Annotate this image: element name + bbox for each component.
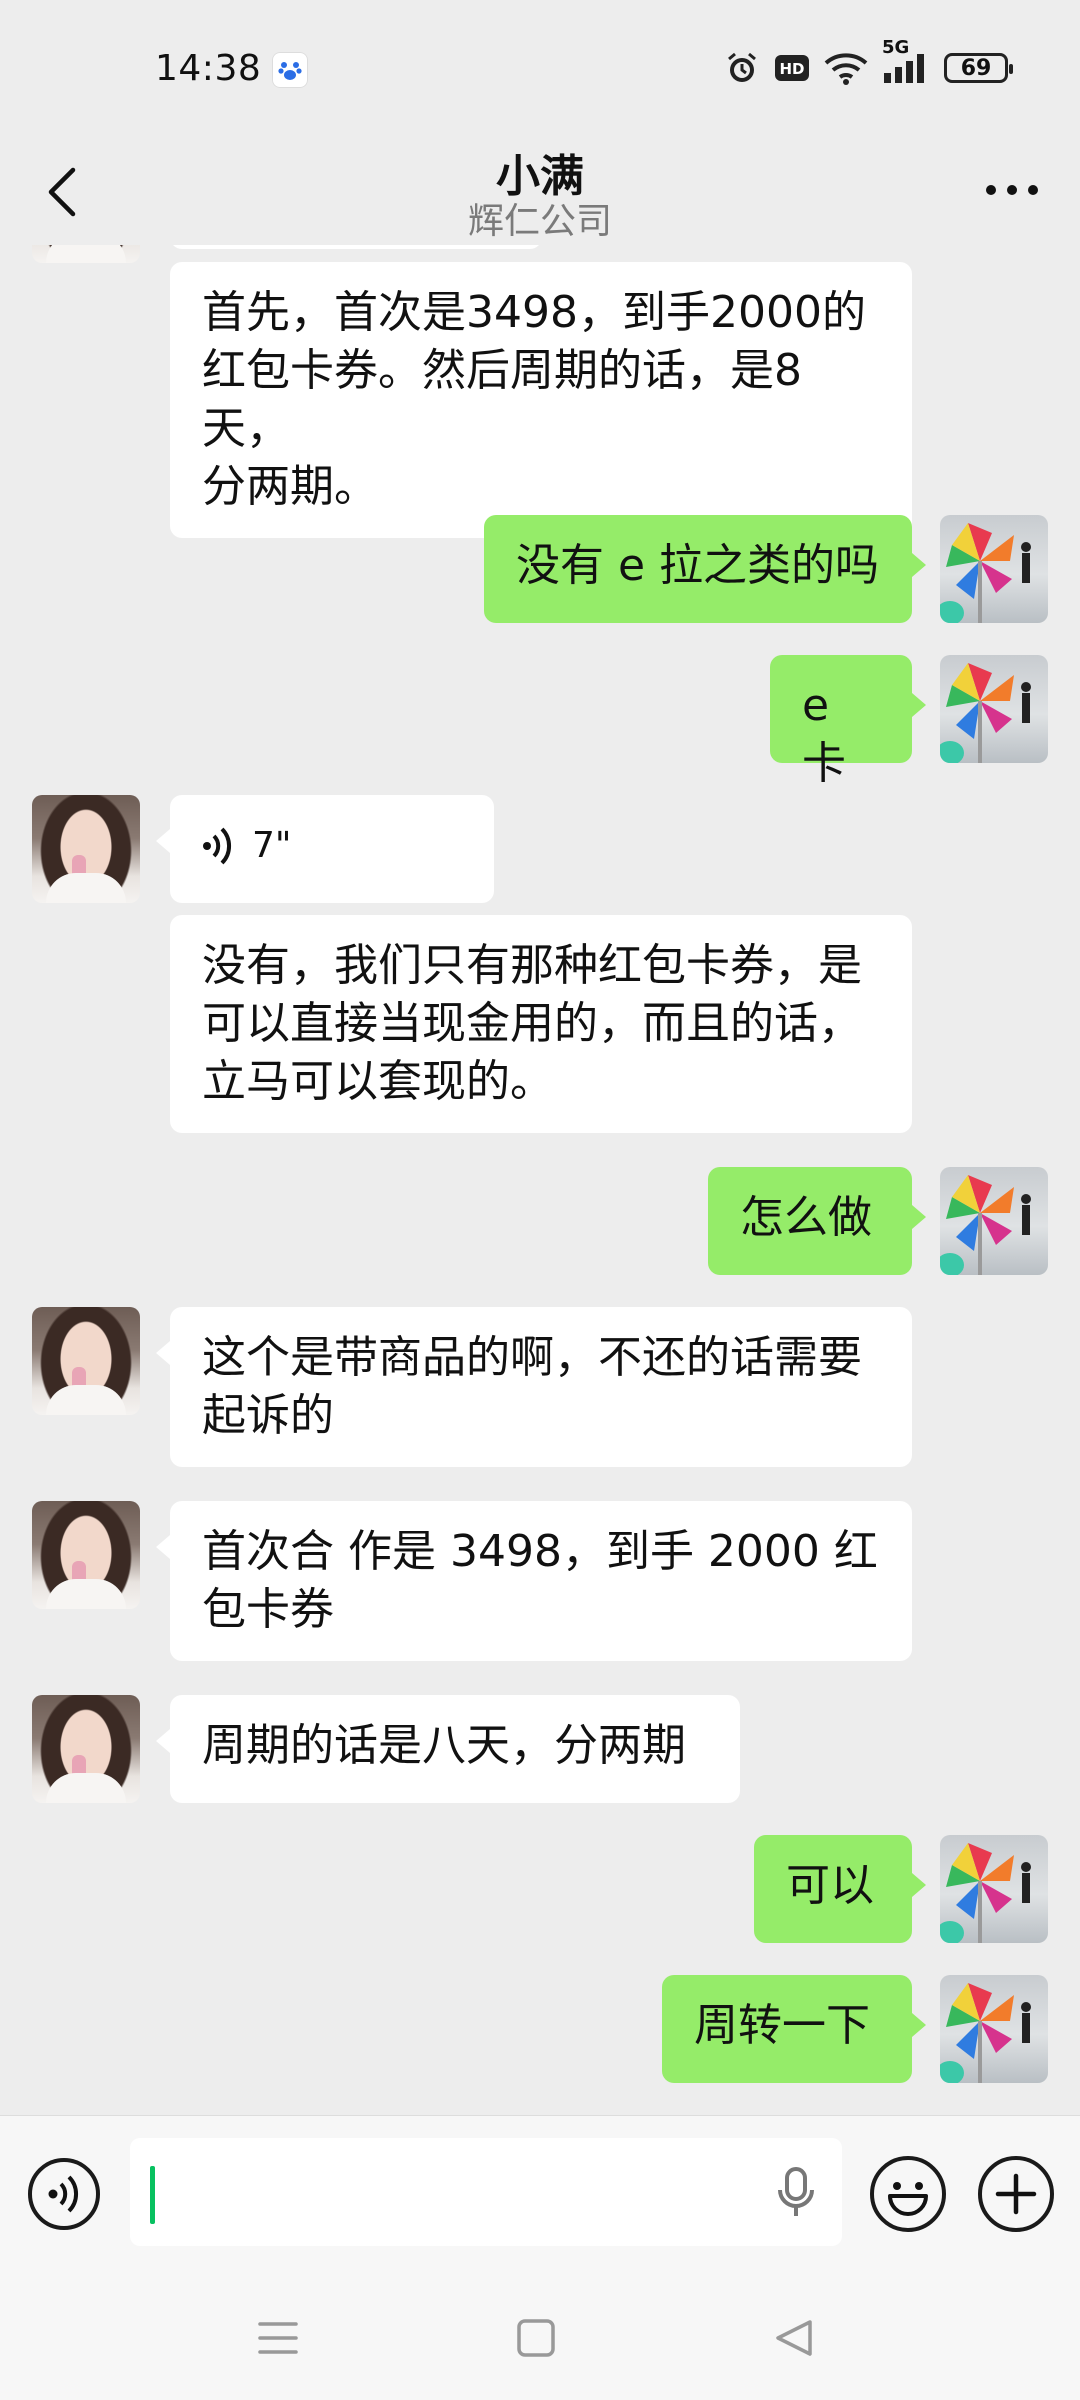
- message-text: 周期的话是八天，分两期: [202, 1720, 686, 1771]
- system-nav-bar: [0, 2275, 1080, 2400]
- my-avatar[interactable]: [940, 1835, 1048, 1943]
- pinwheel-icon: [940, 663, 1031, 763]
- pinwheel-icon: [940, 1175, 1031, 1275]
- chat-header: 小满 辉仁公司: [0, 140, 1080, 245]
- menu-icon: [258, 2322, 298, 2354]
- voice-message[interactable]: 7": [156, 795, 494, 903]
- message-text-line: 包卡券: [202, 1584, 334, 1635]
- message-input[interactable]: [130, 2138, 842, 2246]
- message-text-line: 这个是带商品的啊，不还的话需要: [202, 1332, 862, 1383]
- pinwheel-icon: [940, 1843, 1031, 1943]
- pinwheel-icon: [940, 523, 1031, 623]
- back-triangle-icon: [776, 2320, 812, 2356]
- message-text: e 卡: [802, 680, 846, 789]
- status-time: 14:38: [155, 48, 262, 89]
- svg-text:HD: HD: [779, 60, 804, 78]
- message-bubble[interactable]: 怎么做: [708, 1167, 926, 1275]
- message-bubble[interactable]: 首次合 作是 3498，到手 2000 红 包卡券: [156, 1501, 912, 1661]
- message-bubble[interactable]: 这个是带商品的啊，不还的话需要 起诉的: [156, 1307, 912, 1467]
- more-button[interactable]: [972, 160, 1052, 220]
- emoji-button[interactable]: [870, 2156, 946, 2232]
- message-text: 没有 e 拉之类的吗: [516, 540, 880, 591]
- pinwheel-icon: [940, 1983, 1031, 2083]
- message-text: 可以: [786, 1860, 874, 1911]
- message-text-line: 红包卡券。然后周期的话，是8天，: [202, 345, 802, 454]
- home-button[interactable]: [506, 2313, 566, 2363]
- my-avatar[interactable]: [940, 655, 1048, 763]
- chat-subtitle: 辉仁公司: [467, 201, 612, 242]
- wifi-icon: [824, 51, 868, 85]
- message-bubble[interactable]: e 卡: [770, 655, 926, 789]
- message-text-line: 立马可以套现的。: [202, 1056, 554, 1107]
- voice-wave-icon: [203, 827, 232, 865]
- text-cursor: [150, 2166, 155, 2224]
- contact-avatar[interactable]: [32, 795, 140, 903]
- my-avatar[interactable]: [940, 1167, 1048, 1275]
- home-icon: [517, 2319, 555, 2357]
- voice-mode-icon: [48, 2175, 79, 2213]
- my-avatar[interactable]: [940, 1975, 1048, 2083]
- system-back-button[interactable]: [764, 2313, 824, 2363]
- hd-icon: HD: [774, 53, 810, 83]
- emoji-icon: [888, 2182, 928, 2216]
- message-bubble[interactable]: 没有 e 拉之类的吗: [484, 515, 926, 623]
- contact-avatar[interactable]: [32, 1501, 140, 1609]
- message-bubble[interactable]: 周转一下: [662, 1975, 926, 2083]
- contact-avatar[interactable]: [32, 1307, 140, 1415]
- chat-messages[interactable]: 首先，首次是3498，到手2000的 红包卡券。然后周期的话，是8天， 分两期。…: [0, 245, 1080, 2115]
- avatar[interactable]: [32, 245, 140, 263]
- more-dots-icon: [986, 185, 1038, 195]
- network-type: 5G: [882, 37, 910, 58]
- voice-duration: 7": [252, 825, 292, 866]
- message-bubble[interactable]: 周期的话是八天，分两期: [156, 1695, 740, 1803]
- status-bar: 14:38 HD 5G 69: [0, 0, 1080, 140]
- my-avatar[interactable]: [940, 515, 1048, 623]
- message-text-line: 没有，我们只有那种红包卡券，是: [202, 940, 862, 991]
- message-text-line: 首先，首次是3498，到手2000的: [202, 287, 866, 338]
- message-bubble[interactable]: 可以: [754, 1835, 926, 1943]
- plus-icon: [995, 2173, 1037, 2215]
- battery-level: 69: [960, 55, 992, 81]
- message-text: 怎么做: [740, 1192, 872, 1243]
- message-text: 周转一下: [694, 2000, 870, 2051]
- message-bubble[interactable]: 首先，首次是3498，到手2000的 红包卡券。然后周期的话，是8天， 分两期。: [170, 262, 912, 538]
- message-bubble[interactable]: 没有，我们只有那种红包卡券，是 可以直接当现金用的，而且的话， 立马可以套现的。: [170, 915, 912, 1133]
- microphone-icon[interactable]: [772, 2164, 820, 2222]
- message-text-line: 可以直接当现金用的，而且的话，: [202, 998, 862, 1049]
- status-icons: HD 5G 69: [724, 37, 1013, 86]
- alarm-icon: [724, 50, 760, 86]
- previous-bubble-edge: [170, 245, 542, 249]
- baidu-icon: [272, 52, 308, 88]
- recent-apps-button[interactable]: [248, 2313, 308, 2363]
- signal-icon: 5G: [882, 37, 930, 85]
- contact-avatar[interactable]: [32, 1695, 140, 1803]
- more-actions-button[interactable]: [978, 2156, 1054, 2232]
- voice-mode-button[interactable]: [28, 2158, 100, 2230]
- battery-icon: 69: [944, 53, 1013, 83]
- message-text-line: 起诉的: [202, 1390, 334, 1441]
- message-text-line: 首次合 作是 3498，到手 2000 红: [202, 1526, 878, 1577]
- message-text-line: 分两期。: [202, 461, 378, 512]
- input-bar: [0, 2115, 1080, 2276]
